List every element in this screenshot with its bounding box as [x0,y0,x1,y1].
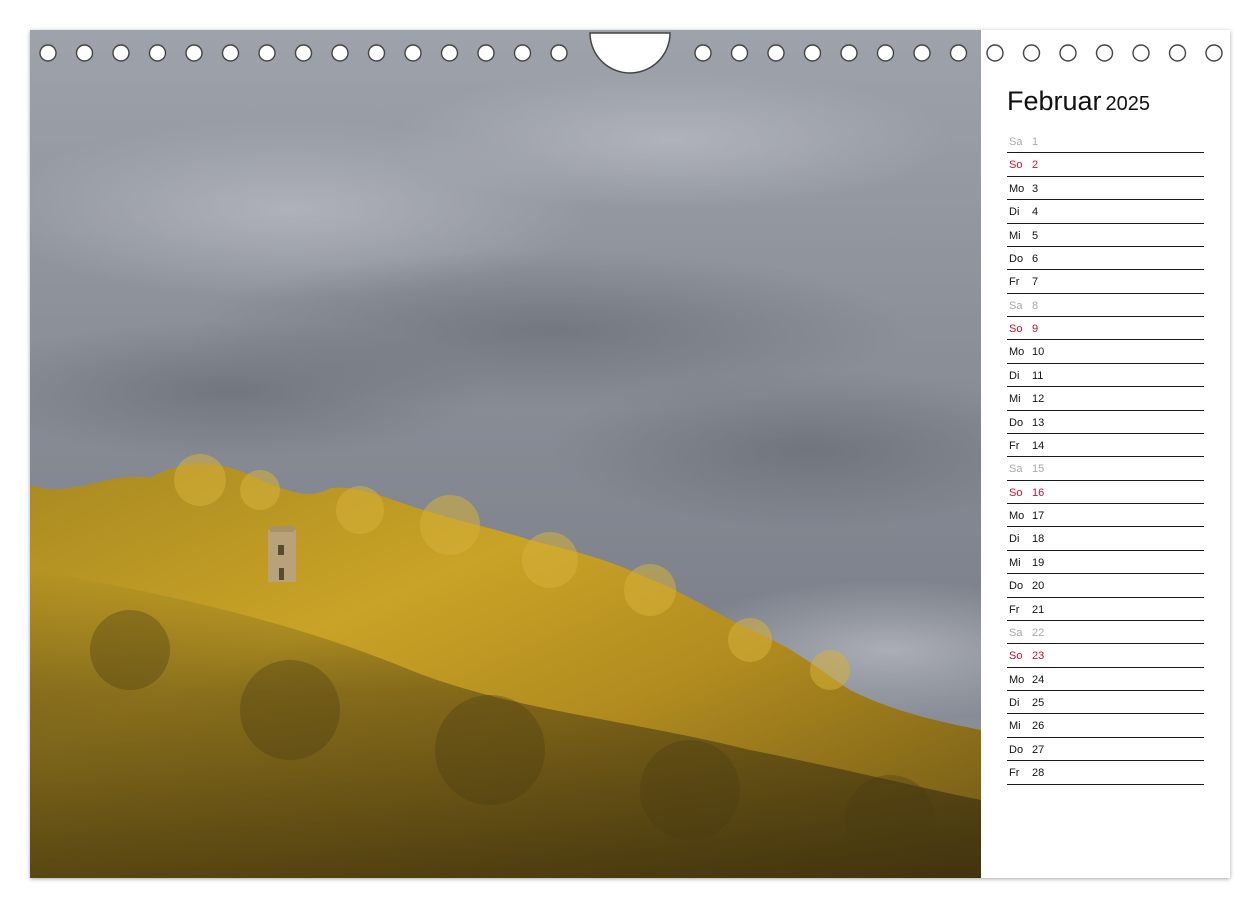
day-number: 6 [1032,252,1039,265]
day-number: 27 [1032,743,1045,756]
weekday-label: Fr [1009,767,1020,780]
day-list: Sa 1 So 2 Mo 3 Di 4 Mi 5 Do 6 Fr 7 Sa 8 So 9 Mo 10 Di 11 Mi 12 D… [1007,130,1204,785]
day-number: 20 [1032,580,1045,593]
day-number: 13 [1032,416,1045,429]
day-row: Fr 28 [1007,761,1204,785]
weekday-label: Sa [1009,299,1023,312]
day-number: 3 [1032,182,1039,195]
day-row: Di 25 [1007,691,1204,715]
day-number: 19 [1032,556,1045,569]
weekday-label: So [1009,323,1023,335]
day-row: Do 13 [1007,411,1204,434]
weekday-label: Fr [1009,276,1020,289]
day-row: Mi 12 [1007,387,1204,411]
day-row: So 2 [1007,153,1204,177]
day-number: 24 [1032,673,1045,686]
month-title: Februar 2025 [1007,86,1150,117]
day-row: Sa 8 [1007,294,1204,317]
weekday-label: Sa [1009,626,1023,639]
day-number: 4 [1032,206,1039,219]
weekday-label: Mo [1009,510,1025,522]
day-number: 14 [1032,439,1045,452]
day-row: So 9 [1007,317,1204,341]
weekday-label: Mo [1009,182,1025,195]
calendar-photo [30,30,981,878]
ruin-tower [268,526,296,582]
day-number: 2 [1032,159,1039,172]
day-number: 8 [1032,299,1039,312]
day-row: Fr 7 [1007,270,1204,294]
day-number: 28 [1032,767,1045,780]
weekday-label: Mo [1009,346,1025,359]
month-year: 2025 [1105,93,1151,115]
weekday-label: Di [1009,697,1020,709]
weekday-label: Di [1009,206,1020,219]
weekday-label: So [1009,159,1023,172]
day-row: So 16 [1007,481,1204,504]
landscape-image [30,30,981,878]
weekday-label: So [1009,486,1023,499]
weekday-label: Do [1009,252,1024,265]
weekday-label: Mi [1009,229,1021,242]
weekday-label: Do [1009,416,1024,429]
weekday-label: Mi [1009,720,1021,733]
day-row: Mo 3 [1007,177,1204,201]
day-number: 15 [1032,463,1045,476]
weekday-label: Mi [1009,556,1021,569]
day-number: 18 [1032,533,1045,546]
day-row: So 23 [1007,644,1204,668]
day-row: Mi 26 [1007,714,1204,738]
day-number: 12 [1032,393,1045,406]
day-number: 26 [1032,720,1045,733]
calendar-sidebar: Februar 2025 Sa 1 So 2 Mo 3 Di 4 Mi 5 Do 6 Fr 7 Sa 8 So 9 M… [981,30,1230,878]
calendar-page: Februar 2025 Sa 1 So 2 Mo 3 Di 4 Mi 5 Do 6 Fr 7 Sa 8 So 9 M… [30,30,1230,878]
day-row: Mo 24 [1007,668,1204,691]
day-number: 23 [1032,650,1045,663]
day-number: 16 [1032,486,1045,499]
day-row: Di 4 [1007,200,1204,224]
day-row: Fr 14 [1007,434,1204,458]
day-row: Mi 5 [1007,224,1204,247]
day-number: 21 [1032,603,1045,616]
day-number: 7 [1032,276,1039,289]
day-row: Mi 19 [1007,551,1204,575]
weekday-label: So [1009,650,1023,663]
day-number: 9 [1032,323,1039,335]
weekday-label: Sa [1009,463,1023,476]
weekday-label: Do [1009,743,1024,756]
day-number: 1 [1032,136,1039,148]
day-number: 11 [1032,369,1044,382]
weekday-label: Mo [1009,673,1025,686]
day-row: Mo 17 [1007,504,1204,528]
day-row: Sa 1 [1007,130,1204,154]
day-number: 10 [1032,346,1045,359]
weekday-label: Sa [1009,136,1023,148]
weekday-label: Di [1009,369,1020,382]
day-row: Mo 10 [1007,340,1204,364]
day-row: Do 20 [1007,574,1204,598]
day-number: 25 [1032,697,1045,709]
weekday-label: Mi [1009,393,1021,406]
day-row: Di 18 [1007,527,1204,551]
day-row: Fr 21 [1007,598,1204,621]
day-row: Sa 22 [1007,621,1204,645]
day-row: Di 11 [1007,364,1204,388]
day-number: 22 [1032,626,1045,639]
weekday-label: Di [1009,533,1020,546]
day-number: 17 [1032,510,1045,522]
day-number: 5 [1032,229,1039,242]
day-row: Do 6 [1007,247,1204,271]
weekday-label: Fr [1009,439,1020,452]
day-row: Do 27 [1007,738,1204,762]
day-row: Sa 15 [1007,457,1204,481]
weekday-label: Fr [1009,603,1020,616]
month-name: Februar [1007,86,1102,116]
weekday-label: Do [1009,580,1024,593]
